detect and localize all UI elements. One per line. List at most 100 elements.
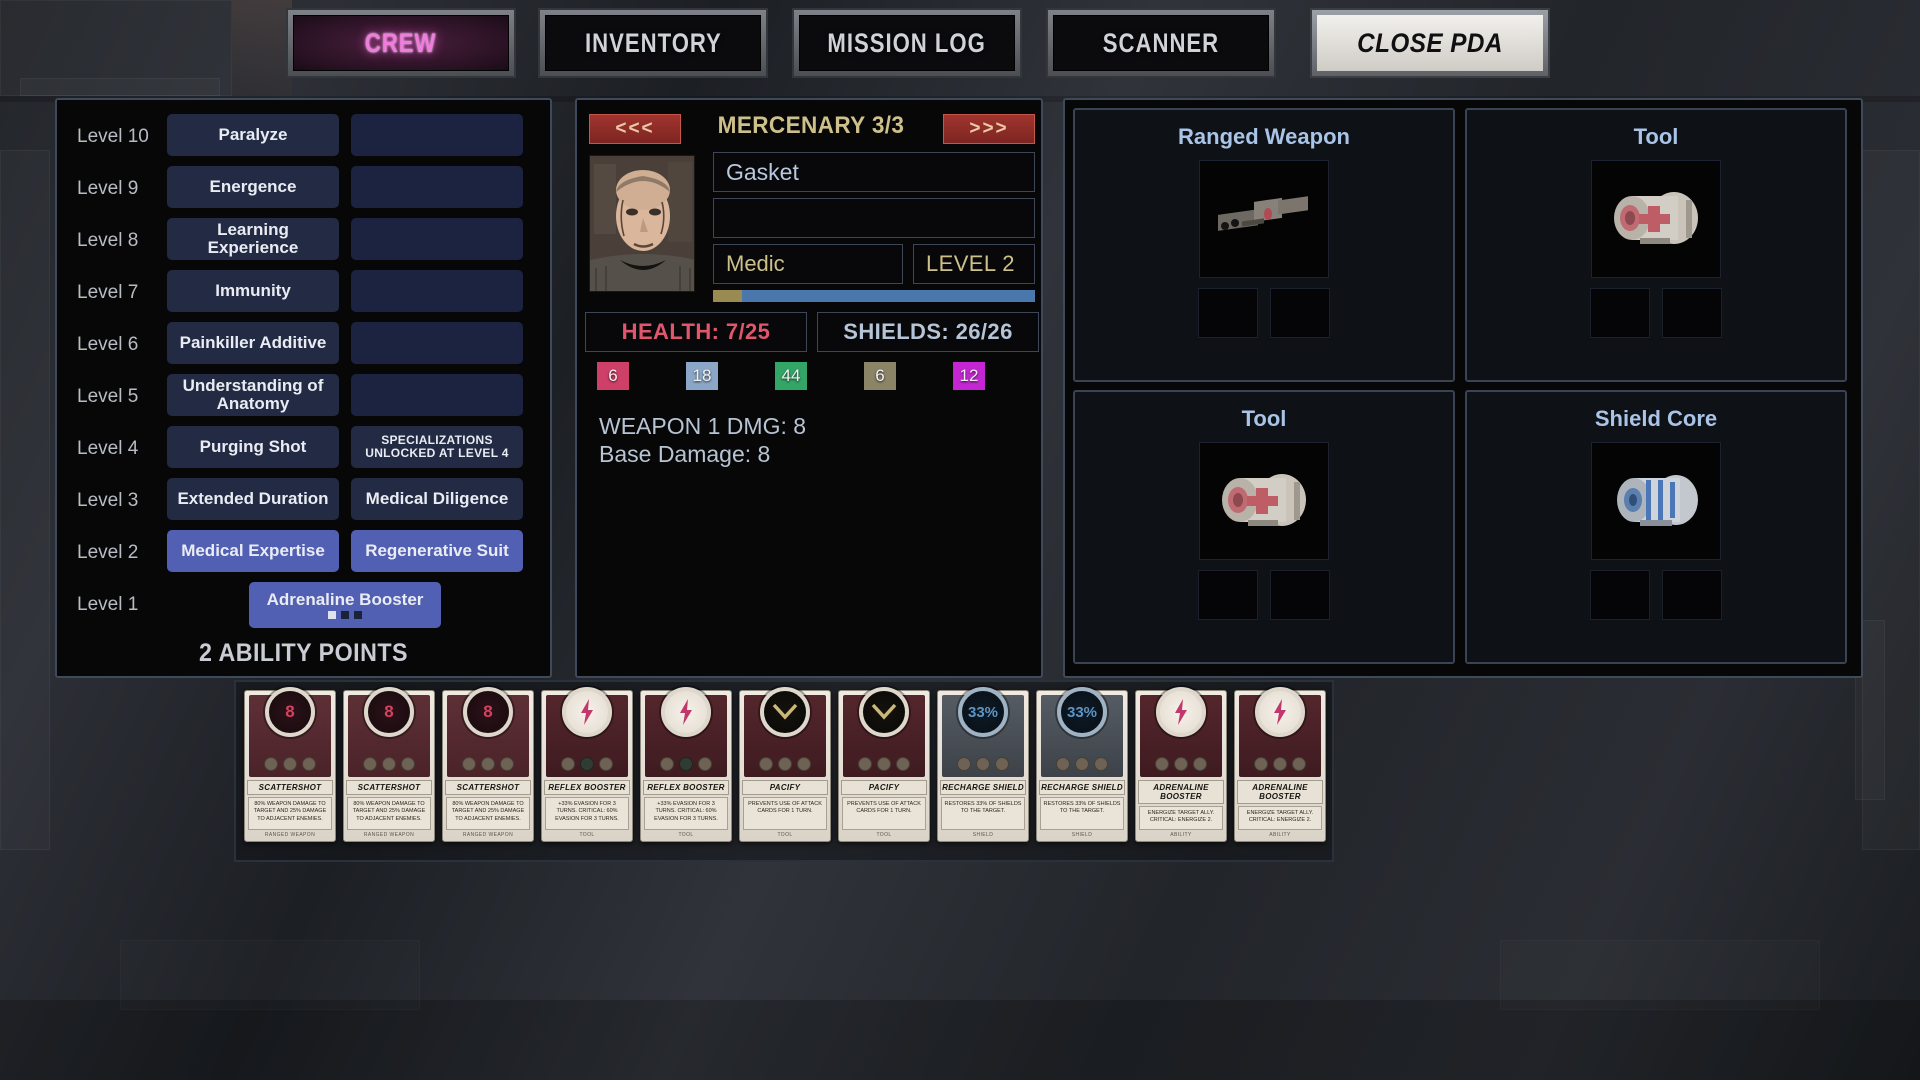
equipment-slot-shield-core[interactable]: Shield Core [1465, 390, 1847, 664]
damage-readout: WEAPON 1 DMG: 8 Base Damage: 8 [599, 412, 806, 468]
card-name: SCATTERSHOT [445, 780, 531, 795]
card-item[interactable]: 33% RECHARGE SHIELD RESTORES 33% OF SHIELD… [1036, 687, 1128, 842]
rifle-sprite [1218, 196, 1308, 231]
card-name: ADRENALINE BOOSTER [1138, 780, 1224, 804]
card-slot-pips [843, 757, 925, 771]
skill-row: Level 8 Learning Experience [57, 218, 550, 263]
card-item[interactable]: ADRENALINE BOOSTER ENERGIZE TARGET ALLY. … [1234, 687, 1326, 842]
chevron-down-icon [772, 703, 798, 720]
mod-slot[interactable] [1590, 288, 1650, 338]
next-mercenary-button[interactable]: >>> [943, 114, 1035, 144]
skill-row: Level 2 Medical Expertise Regenerative Sui… [57, 530, 550, 575]
card-cost-orb: 8 [364, 687, 414, 737]
card-item[interactable]: REFLEX BOOSTER +33% EVASION FOR 3 TURNS. … [541, 687, 633, 842]
avatar [589, 155, 695, 292]
prev-mercenary-button[interactable]: <<< [589, 114, 681, 144]
card-type-label: TOOL [777, 832, 793, 838]
card-item[interactable]: 33% RECHARGE SHIELD RESTORES 33% OF SHIELD… [937, 687, 1029, 842]
experience-bar [713, 290, 1035, 302]
skill-node [351, 114, 523, 156]
card-item[interactable]: 8 SCATTERSHOT 80% WEAPON DAMAGE TO TARGET … [343, 687, 435, 842]
equipment-panel: Ranged Weapon Tool Tool Shield Core [1063, 98, 1863, 678]
card-art: 33% [1041, 687, 1123, 777]
subtitle-field[interactable] [713, 198, 1035, 238]
equipment-slot-tool-2[interactable]: Tool [1073, 390, 1455, 664]
card-slot-pip [363, 757, 377, 771]
class-field: Medic [713, 244, 903, 284]
card-slot-pip [679, 757, 693, 771]
card-slot-pips [645, 757, 727, 771]
skill-tree-panel: Level 10 Paralyze Level 9 Energence Level 8L… [55, 98, 552, 678]
card-slot-pip [500, 757, 514, 771]
tab-crew-label: CREW [365, 27, 437, 58]
skill-node[interactable]: Medical Expertise [167, 530, 339, 572]
card-item[interactable]: REFLEX BOOSTER +33% EVASION FOR 3 TURNS. … [640, 687, 732, 842]
card-art: 8 [447, 687, 529, 777]
card-cost-orb [661, 687, 711, 737]
card-item[interactable]: PACIFY PREVENTS USE OF ATTACK CARDS FOR 1… [838, 687, 930, 842]
mod-slot[interactable] [1662, 570, 1722, 620]
equipment-slot-ranged-weapon[interactable]: Ranged Weapon [1073, 108, 1455, 382]
tab-scanner[interactable]: SCANNER [1046, 8, 1276, 78]
card-slot-pip [1075, 757, 1089, 771]
skill-node[interactable]: Purging Shot [167, 426, 339, 468]
card-cost-orb [760, 687, 810, 737]
card-slot-pips [447, 757, 529, 771]
card-description: 80% WEAPON DAMAGE TO TARGET AND 25% DAMA… [347, 797, 431, 830]
card-slot-pip [302, 757, 316, 771]
item-slot-tool-1[interactable] [1591, 160, 1721, 278]
card-description: +33% EVASION FOR 3 TURNS. CRITICAL: 60% … [545, 797, 629, 830]
card-slot-pip [976, 757, 990, 771]
mod-slot[interactable] [1590, 570, 1650, 620]
card-art: 33% [942, 687, 1024, 777]
card-slot-pip [462, 757, 476, 771]
skill-row: Level 6 Painkiller Additive [57, 322, 550, 367]
skill-node[interactable]: Understanding of Anatomy [167, 374, 339, 416]
item-slot-ranged-weapon[interactable] [1199, 160, 1329, 278]
card-slot-pip [797, 757, 811, 771]
tab-inventory[interactable]: INVENTORY [538, 8, 768, 78]
status-badge: 18 [686, 362, 718, 390]
prev-mercenary-label: <<< [615, 118, 655, 139]
skill-node[interactable]: Extended Duration [167, 478, 339, 520]
card-item[interactable]: ADRENALINE BOOSTER ENERGIZE TARGET ALLY. … [1135, 687, 1227, 842]
shield-core-sprite [1617, 475, 1698, 526]
equipment-slot-tool-1[interactable]: Tool [1465, 108, 1847, 382]
card-slot-pip [957, 757, 971, 771]
card-type-label: TOOL [579, 832, 595, 838]
skill-row: Level 5 Understanding of Anatomy [57, 374, 550, 419]
card-description: PREVENTS USE OF ATTACK CARDS FOR 1 TURN. [743, 797, 827, 830]
skill-node[interactable]: Energence [167, 166, 339, 208]
name-field[interactable]: Gasket [713, 152, 1035, 192]
mod-slot[interactable] [1662, 288, 1722, 338]
skill-node[interactable]: Learning Experience [167, 218, 339, 260]
skill-node-adrenaline-booster[interactable]: Adrenaline Booster [249, 582, 441, 628]
skill-row: Level 9 Energence [57, 166, 550, 211]
close-pda-label: CLOSE PDA [1357, 27, 1503, 58]
card-name: PACIFY [742, 780, 828, 795]
skill-node[interactable]: Medical Diligence [351, 478, 523, 520]
slot-title-tool-1: Tool [1633, 124, 1679, 149]
card-cost-orb: 8 [463, 687, 513, 737]
skill-node [351, 218, 523, 260]
mod-slot[interactable] [1270, 570, 1330, 620]
portrait-illustration [590, 156, 694, 291]
skill-node[interactable]: Painkiller Additive [167, 322, 339, 364]
skill-node[interactable]: Immunity [167, 270, 339, 312]
skill-rank-pip [354, 611, 362, 620]
mod-slot[interactable] [1198, 570, 1258, 620]
skill-node[interactable]: Paralyze [167, 114, 339, 156]
card-item[interactable]: PACIFY PREVENTS USE OF ATTACK CARDS FOR 1… [739, 687, 831, 842]
mod-slot[interactable] [1198, 288, 1258, 338]
close-pda-button[interactable]: CLOSE PDA [1310, 8, 1550, 78]
tab-crew[interactable]: CREW [286, 8, 516, 78]
card-item[interactable]: 8 SCATTERSHOT 80% WEAPON DAMAGE TO TARGET … [244, 687, 336, 842]
card-item[interactable]: 8 SCATTERSHOT 80% WEAPON DAMAGE TO TARGET … [442, 687, 534, 842]
character-level: LEVEL 2 [926, 251, 1015, 276]
tab-mission-log[interactable]: MISSION LOG [792, 8, 1022, 78]
item-slot-tool-2[interactable] [1199, 442, 1329, 560]
item-slot-shield-core[interactable] [1591, 442, 1721, 560]
mercenary-counter: MERCENARY 3/3 [717, 112, 905, 139]
skill-node[interactable]: Regenerative Suit [351, 530, 523, 572]
mod-slot[interactable] [1270, 288, 1330, 338]
